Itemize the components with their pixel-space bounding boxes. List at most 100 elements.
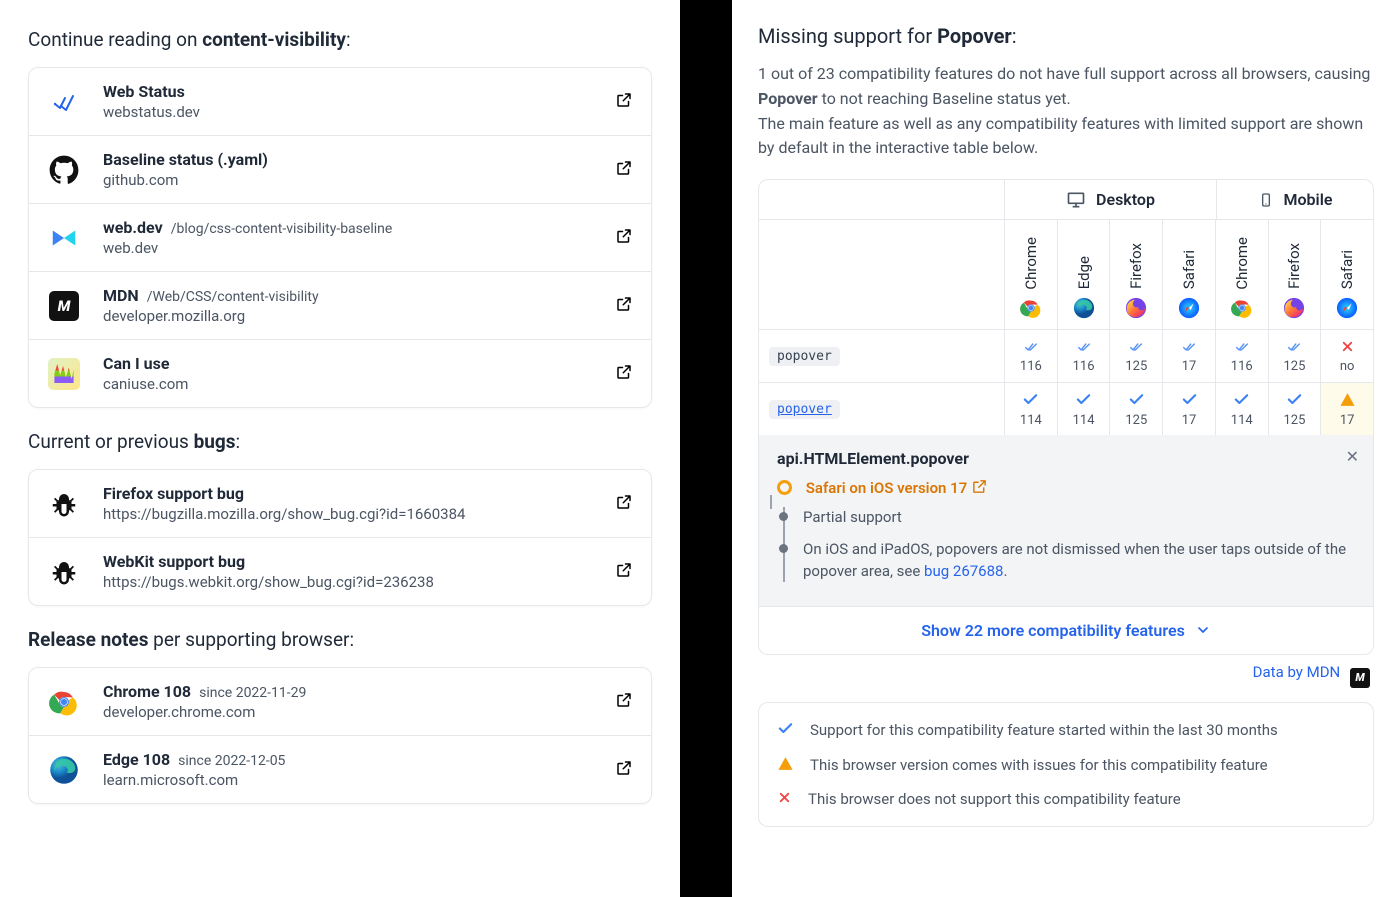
support-status-icon [1286, 391, 1303, 412]
bug-card[interactable]: WebKit support bughttps://bugs.webkit.or… [29, 537, 651, 605]
mdn-icon: M [47, 289, 81, 323]
external-link-card[interactable]: MMDN/Web/CSS/content-visibilitydeveloper… [29, 271, 651, 339]
version-number: 116 [1231, 359, 1253, 374]
compat-cell[interactable]: 116 [1005, 330, 1058, 382]
ring-icon [777, 480, 792, 495]
firefox-icon [1283, 297, 1305, 319]
browser-label: Chrome [1022, 233, 1040, 290]
external-link-icon [971, 478, 988, 495]
data-by-mdn[interactable]: Data by MDN M [758, 663, 1370, 688]
compat-cell[interactable]: 125 [1269, 383, 1322, 435]
compat-cell[interactable]: 116 [1058, 330, 1111, 382]
legend-text: Support for this compatibility feature s… [810, 721, 1278, 739]
support-status-icon [1339, 391, 1356, 412]
link-title: MDN [103, 286, 139, 305]
version-number: 125 [1283, 359, 1305, 374]
external-link-card[interactable]: Web Statuswebstatus.dev [29, 68, 651, 135]
browser-column: Firefox [1269, 220, 1322, 330]
external-link-icon [615, 295, 633, 317]
support-status-icon [1181, 391, 1198, 412]
desktop-icon [1066, 190, 1086, 210]
external-link-icon [615, 159, 633, 181]
compat-cell[interactable]: 114 [1216, 383, 1269, 435]
legend-text: This browser does not support this compa… [808, 790, 1181, 808]
browser-column: Safari [1321, 220, 1373, 330]
compat-cell[interactable]: 114 [1058, 383, 1111, 435]
detail-timeline: Partial support On iOS and iPadOS, popov… [783, 507, 1355, 582]
compat-cell[interactable]: 116 [1216, 330, 1269, 382]
compat-row: popover1141141251711412517 [759, 383, 1373, 435]
compat-row: popover11611612517116125no [759, 330, 1373, 383]
external-link-icon [615, 561, 633, 583]
github-icon [47, 153, 81, 187]
support-status-icon [1022, 391, 1039, 412]
support-status-icon [1126, 339, 1146, 358]
compat-cell[interactable]: 125 [1269, 330, 1322, 382]
external-link-card[interactable]: Baseline status (.yaml)github.com [29, 135, 651, 203]
compat-head-spacer [759, 180, 1005, 220]
version-number: 17 [1340, 413, 1355, 428]
link-title: Baseline status (.yaml) [103, 150, 268, 169]
external-link-icon [615, 759, 633, 781]
feature-pill: popover [769, 400, 840, 419]
close-icon[interactable]: ✕ [1346, 447, 1359, 466]
external-link-icon [615, 227, 633, 249]
support-status-icon [1128, 391, 1145, 412]
external-link-icon [615, 91, 633, 113]
version-number: no [1340, 359, 1355, 374]
mobile-label: Mobile [1284, 190, 1333, 209]
compat-cell[interactable]: 125 [1110, 330, 1163, 382]
external-link-icon [615, 363, 633, 385]
compat-cell[interactable]: 125 [1110, 383, 1163, 435]
browser-label: Firefox [1285, 239, 1303, 289]
edge-icon [1073, 297, 1095, 319]
panel-divider [680, 0, 732, 897]
browser-label: Firefox [1127, 239, 1145, 289]
support-status-icon [1179, 339, 1199, 358]
external-links-list: Web Statuswebstatus.devBaseline status (… [28, 67, 652, 408]
external-link-card[interactable]: web.dev/blog/css-content-visibility-base… [29, 203, 651, 271]
release-since: since 2022-11-29 [199, 685, 306, 701]
support-status-icon [1232, 339, 1252, 358]
release-heading-bold: Release notes [28, 628, 148, 651]
compat-cell[interactable]: no [1321, 330, 1373, 382]
heading-feature: content-visibility [202, 28, 346, 51]
external-link-card[interactable]: Can I usecaniuse.com [29, 339, 651, 407]
compat-browsers-spacer [759, 220, 1005, 330]
desktop-group-header: Desktop [1005, 180, 1217, 220]
version-number: 114 [1231, 413, 1253, 428]
link-title: Can I use [103, 354, 169, 373]
legend-icon [777, 790, 792, 809]
release-card[interactable]: Chrome 108since 2022-11-29developer.chro… [29, 668, 651, 735]
webdev-icon [47, 221, 81, 255]
para1-a: 1 out of 23 compatibility features do no… [758, 64, 1370, 83]
release-card[interactable]: Edge 108since 2022-12-05learn.microsoft.… [29, 735, 651, 803]
caniuse-icon [47, 357, 81, 391]
bug-link[interactable]: bug 267688 [924, 562, 1003, 580]
compat-cell[interactable]: 114 [1005, 383, 1058, 435]
feature-name-cell[interactable]: popover [759, 383, 1005, 435]
browsers-columns: ChromeEdgeFirefoxSafariChromeFirefoxSafa… [1005, 220, 1373, 330]
partial-support-item: Partial support [803, 507, 1355, 529]
link-domain: webstatus.dev [103, 103, 615, 121]
compat-cell[interactable]: 17 [1163, 330, 1216, 382]
legend-icon [777, 755, 794, 776]
safari-ios-link[interactable]: Safari on iOS version 17 [806, 479, 988, 497]
r-heading-bold: Popover [937, 24, 1012, 48]
show-more-button[interactable]: Show 22 more compatibility features [759, 606, 1373, 654]
link-path: /blog/css-content-visibility-baseline [171, 221, 393, 237]
compat-cell[interactable]: 17 [1321, 383, 1373, 435]
release-title: Chrome 108 [103, 682, 191, 701]
bug-icon [47, 555, 81, 589]
compat-browsers-row: ChromeEdgeFirefoxSafariChromeFirefoxSafa… [759, 220, 1373, 330]
edge-icon [47, 753, 81, 787]
compat-cell[interactable]: 17 [1163, 383, 1216, 435]
bugs-list: Firefox support bughttps://bugzilla.mozi… [28, 469, 652, 606]
support-status-icon [1340, 339, 1355, 358]
browser-column: Chrome [1216, 220, 1269, 330]
feature-name-cell[interactable]: popover [759, 330, 1005, 382]
bugs-heading-prefix: Current or previous [28, 430, 194, 453]
bug-card[interactable]: Firefox support bughttps://bugzilla.mozi… [29, 470, 651, 537]
legend-row: This browser does not support this compa… [777, 783, 1355, 816]
legend-row: This browser version comes with issues f… [777, 748, 1355, 783]
